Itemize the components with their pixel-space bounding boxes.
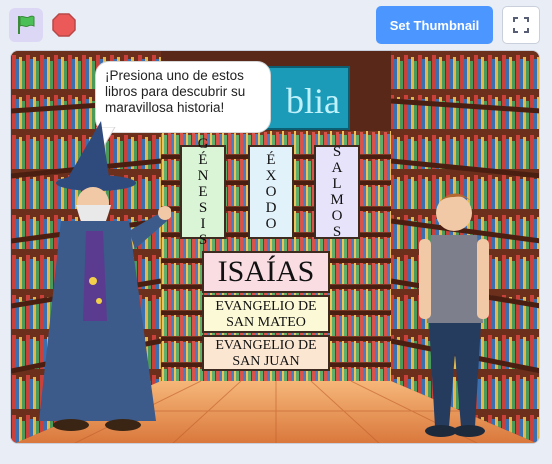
book-letter: É (266, 152, 276, 168)
book-exodo-button[interactable]: ÉXODO (248, 145, 294, 239)
book-letter: S (332, 144, 342, 160)
book-letter: D (265, 200, 277, 216)
book-letter: G (197, 136, 209, 152)
fullscreen-icon (513, 17, 529, 33)
book-exodo-label: ÉXODO (266, 152, 277, 232)
book-mateo-button[interactable]: EVANGELIO DE SAN MATEO (202, 295, 330, 333)
book-letter: O (331, 208, 343, 224)
stop-button[interactable] (50, 11, 78, 39)
toolbar: Set Thumbnail (0, 0, 552, 50)
book-genesis-button[interactable]: GÉNESIS (180, 136, 226, 248)
book-letter: L (332, 176, 342, 192)
fullscreen-button[interactable] (502, 6, 540, 44)
set-thumbnail-button[interactable]: Set Thumbnail (376, 6, 493, 44)
book-letter: S (332, 224, 342, 240)
green-flag-button[interactable] (9, 8, 43, 42)
speech-text: ¡Presiona uno de estos libros para descu… (105, 68, 246, 115)
book-juan-line2: SAN JUAN (232, 354, 300, 369)
book-juan-button[interactable]: EVANGELIO DE SAN JUAN (202, 335, 330, 371)
book-letter: X (265, 168, 277, 184)
wizard-character (39, 121, 171, 431)
book-mateo-line1: EVANGELIO DE (215, 299, 317, 314)
book-letter: O (265, 184, 277, 200)
stop-sign-icon (52, 13, 76, 37)
book-juan-line1: EVANGELIO DE (215, 338, 317, 353)
boy-character (419, 193, 489, 437)
book-letter: I (200, 216, 206, 232)
book-salmos-label: SALMOS (330, 144, 343, 240)
book-isaias-button[interactable]: ISAÍAS (202, 251, 330, 293)
book-letter: É (198, 152, 208, 168)
book-salmos-button[interactable]: SALMOS (314, 144, 360, 240)
book-mateo-line2: SAN MATEO (226, 315, 306, 330)
book-isaias-label: ISAÍAS (217, 255, 315, 288)
book-letter: M (330, 192, 344, 208)
stage[interactable]: blia ¡Presiona uno de estos libros para … (10, 50, 540, 444)
book-letter: S (198, 232, 208, 248)
green-flag-icon (18, 15, 35, 34)
book-letter: S (198, 200, 208, 216)
book-letter: O (265, 216, 277, 232)
sign-text: blia (286, 81, 340, 121)
book-letter: N (197, 168, 209, 184)
book-genesis-label: GÉNESIS (198, 136, 209, 248)
book-letter: E (198, 184, 208, 200)
book-letter: A (331, 160, 343, 176)
